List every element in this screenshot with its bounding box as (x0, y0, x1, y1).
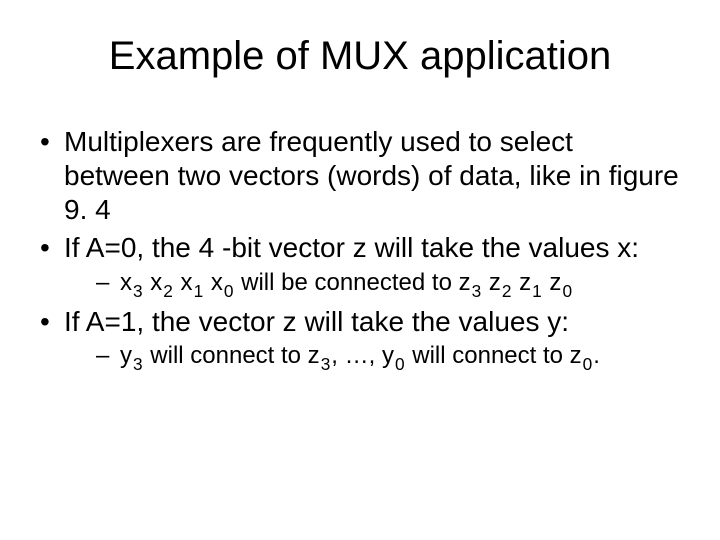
sub-list-3: y3 will connect to z3, …, y0 will connec… (64, 341, 686, 374)
slide-title: Example of MUX application (34, 34, 686, 79)
bullet-item-3-text: If A=1, the vector z will take the value… (64, 306, 569, 337)
slide: Example of MUX application Multiplexers … (0, 0, 720, 540)
subscript: 2 (502, 281, 512, 301)
t: x (204, 269, 223, 296)
t: will be connected to z (234, 269, 470, 296)
sub-list-2: x3 x2 x1 x0 will be connected to z3 z2 z… (64, 268, 686, 301)
subscript: 1 (532, 281, 542, 301)
t: will connect to z (144, 342, 320, 369)
t: , …, y (331, 342, 394, 369)
subscript: 0 (224, 281, 234, 301)
subscript: 3 (133, 354, 143, 374)
subscript: 2 (163, 281, 173, 301)
t: z (482, 269, 501, 296)
bullet-item-3: If A=1, the vector z will take the value… (34, 305, 686, 374)
t: x (174, 269, 193, 296)
subscript: 3 (472, 281, 482, 301)
subscript: 0 (395, 354, 405, 374)
t: z (512, 269, 531, 296)
sub-item-3-1: y3 will connect to z3, …, y0 will connec… (90, 341, 686, 374)
subscript: 3 (321, 354, 331, 374)
sub-item-2-1: x3 x2 x1 x0 will be connected to z3 z2 z… (90, 268, 686, 301)
bullet-item-2: If A=0, the 4 -bit vector z will take th… (34, 231, 686, 300)
subscript: 0 (583, 354, 593, 374)
t: y (120, 342, 132, 369)
t: z (543, 269, 562, 296)
bullet-item-1: Multiplexers are frequently used to sele… (34, 125, 686, 227)
subscript: 1 (194, 281, 204, 301)
t: x (144, 269, 163, 296)
t: x (120, 269, 132, 296)
subscript: 0 (562, 281, 572, 301)
t: . (593, 342, 600, 369)
t: will connect to z (406, 342, 582, 369)
subscript: 3 (133, 281, 143, 301)
bullet-item-2-text: If A=0, the 4 -bit vector z will take th… (64, 232, 639, 263)
bullet-list: Multiplexers are frequently used to sele… (34, 125, 686, 374)
